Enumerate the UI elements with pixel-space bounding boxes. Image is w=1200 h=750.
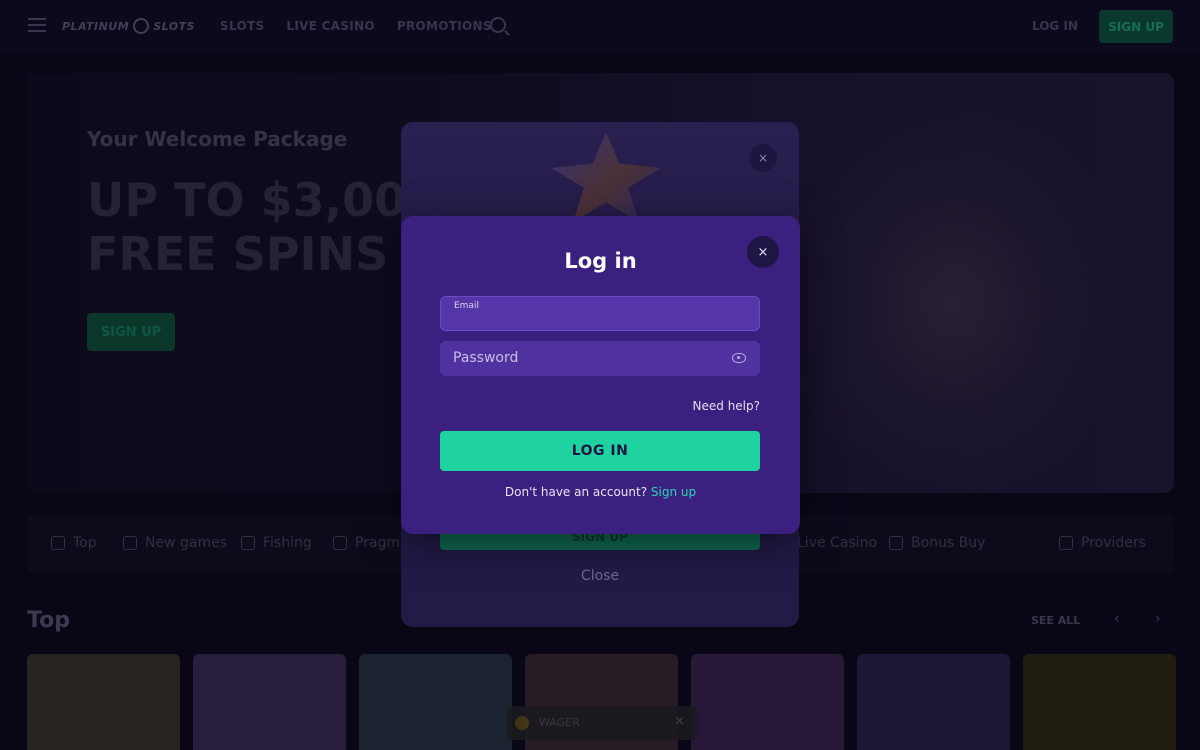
email-field[interactable]: Email — [440, 296, 760, 331]
modal-title: Log in — [564, 249, 637, 273]
close-icon[interactable]: × — [749, 144, 777, 172]
need-help-link[interactable]: Need help? — [693, 399, 760, 413]
close-icon[interactable]: × — [674, 714, 685, 729]
notification-toast: WAGER × — [507, 706, 697, 740]
toast-text: WAGER — [539, 716, 580, 729]
password-field[interactable]: Password — [440, 341, 760, 376]
coin-icon — [515, 716, 529, 730]
modal-close-text[interactable]: Close — [401, 568, 799, 584]
password-placeholder: Password — [453, 350, 519, 366]
signup-prompt: Don't have an account? Sign up — [401, 485, 800, 499]
login-button[interactable]: LOG IN — [440, 431, 760, 471]
signup-link[interactable]: Sign up — [651, 485, 696, 499]
no-account-text: Don't have an account? — [504, 485, 648, 499]
eye-icon[interactable] — [732, 353, 746, 363]
email-label: Email — [454, 301, 479, 311]
login-modal: × Log in Email Password Need help? LOG I… — [401, 216, 800, 534]
